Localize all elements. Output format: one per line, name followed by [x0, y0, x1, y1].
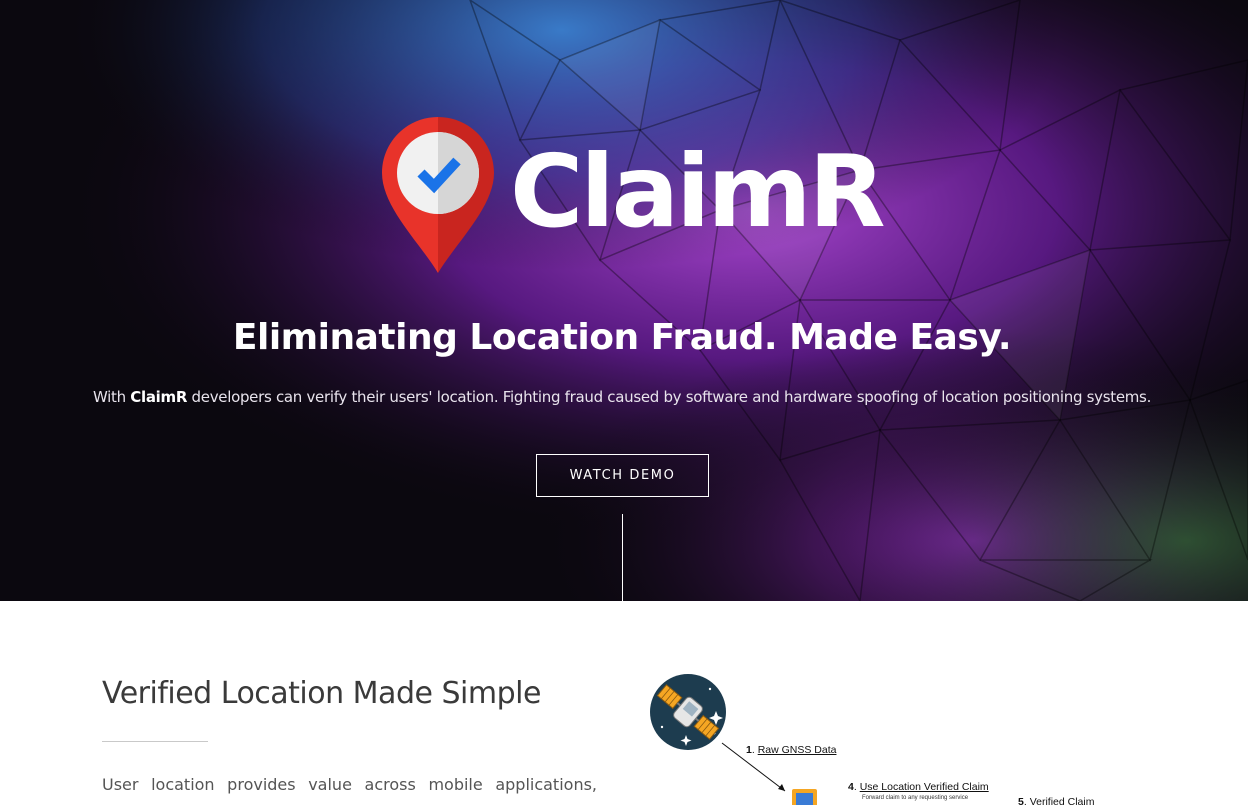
subtext-body: developers can verify their users' locat… — [187, 388, 1152, 406]
step-1-label: 1. Raw GNSS Data — [746, 744, 837, 756]
hero-background-image — [0, 0, 1248, 601]
intro-section: Verified Location Made Simple User locat… — [0, 601, 1248, 805]
step-5-label: 5. Verified Claim — [1018, 796, 1095, 805]
hero-section: ClaimR Eliminating Location Fraud. Made … — [0, 0, 1248, 601]
subtext-prefix: With — [92, 388, 131, 406]
brand-wordmark: ClaimR — [510, 133, 886, 250]
satellite-icon — [650, 674, 726, 750]
step-4-label: 4. Use Location Verified Claim — [848, 781, 989, 793]
section-body: User location provides value across mobi… — [102, 775, 597, 805]
claimr-logo: ClaimR — [380, 115, 886, 275]
hero-tagline: Eliminating Location Fraud. Made Easy. — [232, 317, 1012, 358]
step-4-sublabel: Forward claim to any requesting service — [862, 795, 969, 801]
phone-icon — [792, 789, 817, 805]
section-divider — [102, 741, 208, 742]
scroll-indicator-line — [622, 514, 623, 601]
hero-subtext: With ClaimR developers can verify their … — [0, 386, 1244, 408]
location-pin-check-icon — [382, 117, 494, 273]
watch-demo-button[interactable]: WATCH DEMO — [536, 454, 709, 497]
section-title: Verified Location Made Simple — [102, 676, 541, 711]
subtext-brand: ClaimR — [130, 388, 188, 406]
verification-flow-diagram: 1. Raw GNSS Data 4. Use Location Verifie… — [640, 667, 1120, 805]
